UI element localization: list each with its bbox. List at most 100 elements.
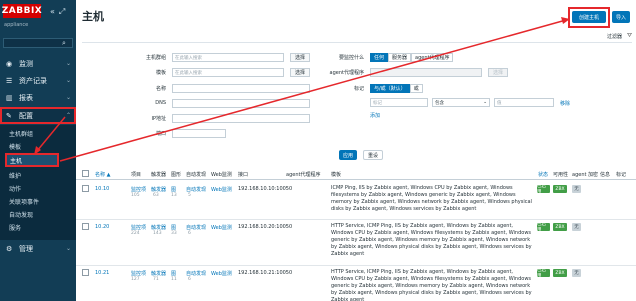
- eye-icon: ◉: [6, 59, 13, 68]
- submenu-item-hosts[interactable]: 主机: [5, 153, 59, 167]
- triggers-link[interactable]: 触发器: [151, 186, 166, 193]
- reset-button[interactable]: 重设: [363, 150, 383, 160]
- proxy-input: [370, 68, 482, 77]
- port-input[interactable]: [172, 129, 226, 138]
- host-group-label: 主机群组: [145, 55, 166, 61]
- expand-icon[interactable]: ⤢: [59, 7, 65, 17]
- templates-list: HTTP Service, ICMP Ping, IIS by Zabbix a…: [331, 269, 532, 301]
- ip-label: IP地址: [151, 116, 167, 122]
- status-badge[interactable]: 已启用: [537, 222, 550, 233]
- row-checkbox[interactable]: [82, 223, 89, 230]
- dns-label: DNS: [155, 100, 166, 106]
- graphs-link[interactable]: 图: [171, 224, 176, 231]
- monitored-option-proxy[interactable]: agent代理程序: [411, 53, 454, 62]
- discovery-count: 6: [188, 231, 191, 236]
- column-items: 项目: [131, 172, 142, 178]
- filter-icon[interactable]: ⛛: [627, 32, 632, 40]
- items-link[interactable]: 监控项: [131, 270, 146, 277]
- menu-item-configuration[interactable]: ✎ 配置 ⌃: [0, 107, 76, 124]
- name-input[interactable]: [172, 84, 310, 93]
- submenu-item-discovery[interactable]: 自动发现: [0, 208, 76, 220]
- tag-mode-or[interactable]: 或: [409, 84, 423, 93]
- column-encryption: agent 加密: [572, 172, 599, 178]
- create-host-button[interactable]: 创建主机: [572, 11, 606, 23]
- menu-item-reports[interactable]: ▥ 报表 ⌄: [0, 89, 76, 106]
- triggers-count: 63: [153, 193, 159, 198]
- host-name-link[interactable]: 10.10: [95, 186, 109, 192]
- web-link[interactable]: Web监测: [211, 224, 232, 231]
- zabbix-logo[interactable]: ZABBIX: [2, 4, 42, 18]
- row-checkbox[interactable]: [82, 269, 89, 276]
- discovery-link[interactable]: 自动发现: [186, 224, 206, 231]
- web-link[interactable]: Web监测: [211, 186, 232, 193]
- items-count: 105: [131, 193, 140, 198]
- chevron-down-icon: ⌄: [65, 245, 71, 252]
- sidebar-toggle-icons: « ⤢: [50, 7, 65, 17]
- monitored-option-any[interactable]: 任何: [370, 53, 389, 62]
- submenu-item-actions[interactable]: 动作: [0, 182, 76, 194]
- tag-operator-value: 包含: [435, 100, 444, 106]
- submenu-item-templates[interactable]: 模板: [0, 140, 76, 152]
- template-input[interactable]: 在此输入搜索: [172, 68, 284, 77]
- triggers-link[interactable]: 触发器: [151, 224, 166, 231]
- items-link[interactable]: 监控项: [131, 186, 146, 193]
- import-button[interactable]: 导入: [612, 11, 630, 23]
- tag-value-input[interactable]: 值: [494, 98, 554, 107]
- chevron-up-icon: ⌃: [65, 112, 71, 119]
- dns-input[interactable]: [172, 99, 310, 108]
- column-discovery: 自动发现: [186, 172, 207, 178]
- table-row: 10.21 监控项 127 触发器 71 图 11 自动发现 6 Web监测 1…: [76, 266, 636, 301]
- column-status[interactable]: 状态: [538, 171, 548, 178]
- triggers-link[interactable]: 触发器: [151, 270, 166, 277]
- discovery-link[interactable]: 自动发现: [186, 270, 206, 277]
- submenu-item-maintenance[interactable]: 维护: [0, 169, 76, 181]
- submenu-item-host-groups[interactable]: 主机群组: [0, 127, 76, 139]
- triggers-count: 71: [153, 277, 159, 282]
- monitored-by-segmented: 任何 服务器 agent代理程序: [370, 53, 454, 62]
- list-icon: ☰: [6, 76, 13, 85]
- tag-operator-select[interactable]: 包含 ⌄: [432, 98, 490, 107]
- search-icon[interactable]: ⌕: [62, 39, 66, 48]
- column-info: 信息: [600, 172, 611, 178]
- host-group-input[interactable]: 在此输入搜索: [172, 53, 284, 62]
- column-availability: 可用性: [553, 172, 569, 178]
- collapse-icon[interactable]: «: [50, 7, 55, 17]
- column-name[interactable]: 名称 ▲: [95, 171, 110, 178]
- menu-item-label: 报表: [19, 93, 33, 102]
- graphs-link[interactable]: 图: [171, 270, 176, 277]
- column-interface: 接口: [238, 172, 249, 178]
- menu-item-administration[interactable]: ⚙ 管理 ⌄: [0, 240, 76, 257]
- submenu-item-event-correlation[interactable]: 关联项事件: [0, 195, 76, 207]
- menu-item-monitoring[interactable]: ◉ 监测 ⌄: [0, 55, 76, 72]
- row-checkbox[interactable]: [82, 185, 89, 192]
- chart-icon: ▥: [6, 93, 13, 102]
- filter-tab-label[interactable]: 过滤器: [607, 33, 622, 40]
- items-link[interactable]: 监控项: [131, 224, 146, 231]
- port-label: 端口: [155, 131, 166, 137]
- tag-add-link[interactable]: 添加: [370, 112, 380, 119]
- logo-subtitle: appliance: [4, 22, 29, 28]
- tag-name-input[interactable]: 标记: [370, 98, 428, 107]
- status-badge[interactable]: 已启用: [537, 184, 550, 195]
- discovery-count: 6: [188, 277, 191, 282]
- tag-remove-link[interactable]: 移除: [560, 100, 570, 107]
- triggers-count: 143: [153, 231, 162, 236]
- submenu-item-services[interactable]: 服务: [0, 221, 76, 233]
- status-badge[interactable]: 已启用: [537, 268, 550, 279]
- tag-mode-and-or[interactable]: 与/或（默认）: [370, 84, 410, 93]
- host-name-link[interactable]: 10.21: [95, 270, 109, 276]
- chevron-down-icon: ⌄: [65, 94, 71, 101]
- graphs-link[interactable]: 图: [171, 186, 176, 193]
- web-link[interactable]: Web监测: [211, 270, 232, 277]
- ip-input[interactable]: [172, 114, 310, 123]
- apply-button[interactable]: 应用: [339, 150, 357, 160]
- host-name-link[interactable]: 10.20: [95, 224, 109, 230]
- column-triggers: 触发器: [151, 172, 167, 178]
- proxy-label: agent代理程序: [329, 70, 364, 76]
- menu-item-inventory[interactable]: ☰ 资产记录 ⌄: [0, 72, 76, 89]
- filter-panel: 主机群组 在此输入搜索 选择 模板 在此输入搜索 选择 名称 DNS IP地址 …: [82, 42, 632, 162]
- table-row: 10.20 监控项 224 触发器 143 图 33 自动发现 6 Web监测 …: [76, 220, 636, 266]
- discovery-link[interactable]: 自动发现: [186, 186, 206, 193]
- monitored-option-server[interactable]: 服务器: [388, 53, 412, 62]
- select-all-checkbox[interactable]: [82, 170, 89, 177]
